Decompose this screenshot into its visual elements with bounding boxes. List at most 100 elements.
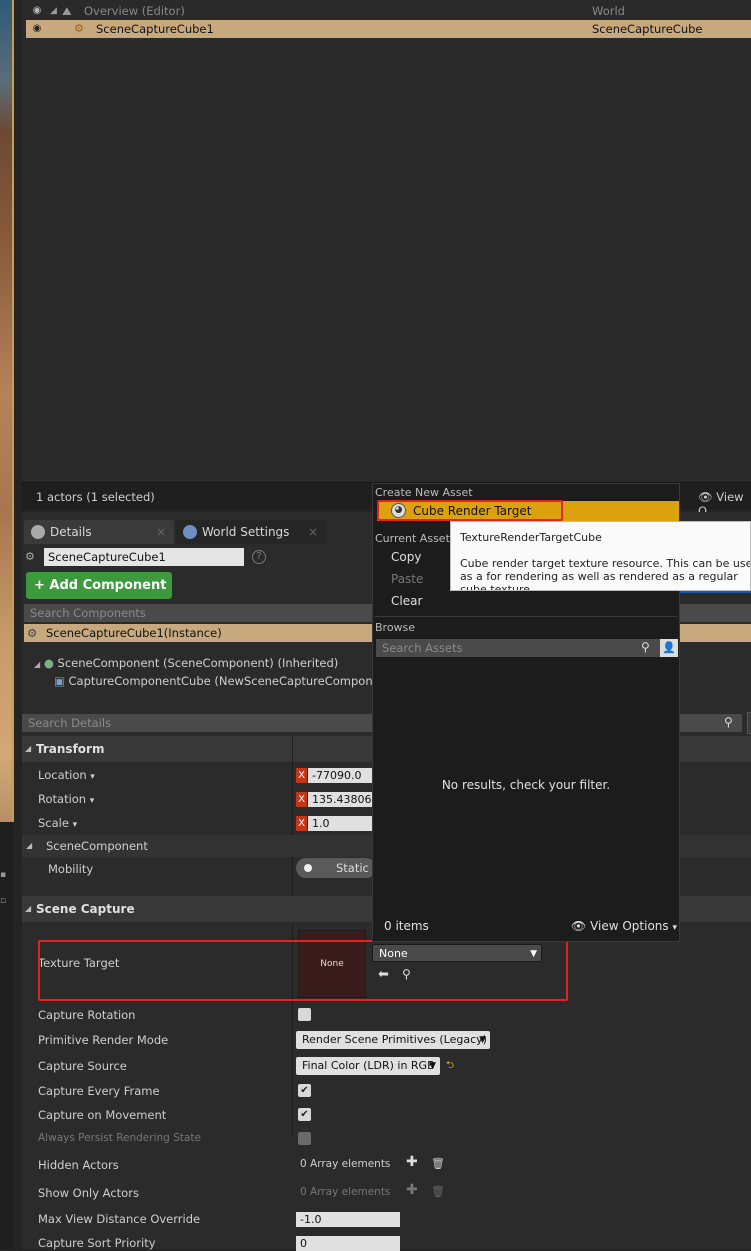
visibility-eye-icon[interactable]: ◉ [30,23,44,34]
actor-icon: ⚙ [27,626,38,640]
add-component-button[interactable]: + Add Component ▾ [26,572,172,620]
annotation-box-cube-render-target [377,500,563,521]
capture-on-movement-label: Capture on Movement [38,1108,167,1122]
column-divider[interactable] [292,736,293,1136]
filter-button[interactable] [747,712,751,734]
hidden-actors-label: Hidden Actors [38,1158,119,1172]
view-options-button[interactable]: 👁 View Options ▾ [571,919,677,933]
search-icon: ⚲ [641,640,650,654]
chevron-down-icon: ▾ [672,923,678,933]
capture-every-frame-checkbox[interactable]: ✔ [298,1084,311,1097]
trash-icon[interactable]: 🗑 [431,1157,445,1170]
browse-header: Browse [375,621,416,634]
tree-item-scenecomponent[interactable]: ◢ ● SceneComponent (SceneComponent) (Inh… [34,654,338,672]
close-icon[interactable]: × [156,520,166,544]
max-view-distance-input[interactable]: -1.0 [296,1212,400,1227]
expand-arrow-icon[interactable]: ◢ [50,2,57,20]
tree-item-capturecomponentcube[interactable]: ▣ CaptureComponentCube (NewSceneCaptureC… [54,672,392,690]
x-axis-badge: X [296,768,307,783]
scale-label[interactable]: Scale ▾ [38,816,77,830]
left-toolbar-strip: ▪ ▫ [0,822,14,1249]
world-icon: ⛰ [62,4,72,18]
capture-rotation-checkbox[interactable] [298,1008,311,1021]
current-asset-header: Current Asset [375,532,450,545]
clear-menu-item[interactable]: Clear [391,594,422,608]
actor-name-field[interactable]: SceneCaptureCube1 [44,548,244,566]
globe-icon [183,525,197,539]
always-persist-checkbox [298,1132,311,1145]
add-element-icon[interactable]: ✚ [406,1154,418,1170]
location-label[interactable]: Location ▾ [38,768,95,782]
chevron-down-icon: ▼ [479,1035,486,1045]
user-filter-icon[interactable]: 👤 [660,639,678,657]
eye-icon: 👁 [698,490,713,504]
show-only-actors-label: Show Only Actors [38,1186,139,1200]
outliner-row-label: SceneCaptureCube1 [96,22,214,36]
viewport-edge [0,0,14,822]
capture-on-movement-checkbox[interactable]: ✔ [298,1108,311,1121]
chevron-down-icon: ▾ [90,772,95,782]
search-assets-input[interactable]: Search Assets [376,639,660,657]
outliner-row-world[interactable]: ◉ ◢ ⛰ Overview (Editor) World [26,2,751,20]
expand-arrow-icon: ◢ [26,841,33,850]
copy-menu-item[interactable]: Copy [391,550,421,564]
x-axis-badge: X [296,792,307,807]
chevron-down-icon: ▾ [72,820,78,830]
hidden-actors-count: 0 Array elements [300,1158,391,1170]
expand-arrow-icon: ◢ [25,904,32,913]
outliner-row-type: SceneCaptureCube [592,22,703,36]
outliner-row-label: Overview (Editor) [84,4,185,18]
search-icon [31,525,45,539]
tooltip-title: TextureRenderTargetCube [460,531,602,544]
tooltip-description: Cube render target texture resource. Thi… [460,557,751,591]
menu-divider [375,616,677,617]
always-persist-label: Always Persist Rendering State [38,1132,201,1144]
search-icon: ⚲ [724,715,733,729]
capture-every-frame-label: Capture Every Frame [38,1084,160,1098]
mobility-label: Mobility [48,862,94,876]
reset-to-default-icon[interactable]: ⮌ [446,1058,454,1075]
capture-rotation-label: Capture Rotation [38,1008,136,1022]
add-element-icon: ✚ [406,1182,418,1198]
visibility-eye-icon[interactable]: ◉ [30,5,44,16]
scale-x-input[interactable]: 1.0 [308,816,372,831]
capture-source-combo[interactable]: Final Color (LDR) in RGB ▼ [296,1057,440,1075]
expand-arrow-icon[interactable]: ◢ [34,660,40,669]
paste-menu-item: Paste [391,572,424,586]
toolbar-small-icon[interactable]: ▫ [0,896,8,906]
show-only-actors-count: 0 Array elements [300,1186,391,1198]
actor-icon: ⚙ [74,22,84,35]
primitive-render-mode-label: Primitive Render Mode [38,1033,169,1047]
chevron-down-icon: ▾ [89,796,95,806]
expand-arrow-icon: ◢ [25,744,32,753]
tab-details[interactable]: Details × [24,520,174,544]
outliner-row-type: World [592,4,625,18]
trash-icon: 🗑 [431,1185,445,1198]
help-icon[interactable]: ? [252,550,266,564]
world-outliner: ◉ ◢ ⛰ Overview (Editor) World ◉ ⚙ SceneC… [22,0,751,482]
component-icon: ▣ [54,674,65,688]
items-count: 0 items [384,919,429,933]
location-x-input[interactable]: -77090.0 [308,768,372,783]
capture-source-label: Capture Source [38,1059,127,1073]
actor-icon: ⚙ [25,550,35,563]
create-new-asset-header: Create New Asset [375,486,473,499]
toolbar-small-icon[interactable]: ▪ [0,870,8,880]
tooltip: TextureRenderTargetCube Cube render targ… [450,521,751,591]
rotation-label[interactable]: Rotation ▾ [38,792,94,806]
close-icon[interactable]: × [308,520,318,544]
outliner-row-scenecapture[interactable]: ◉ ⚙ SceneCaptureCube1 SceneCaptureCube [26,20,751,38]
no-results-message: No results, check your filter. [441,778,611,792]
eye-icon: 👁 [571,919,587,933]
max-view-distance-label: Max View Distance Override [38,1212,201,1226]
mobility-radio-icon [304,864,312,872]
rotation-x-input[interactable]: 135.438065 [308,792,372,807]
tab-world-settings[interactable]: World Settings × [176,520,326,544]
capture-sort-priority-label: Capture Sort Priority [38,1236,156,1250]
primitive-render-mode-combo[interactable]: Render Scene Primitives (Legacy) ▼ [296,1031,490,1049]
component-icon: ● [43,656,54,670]
chevron-down-icon: ▼ [429,1061,436,1071]
x-axis-badge: X [296,816,307,831]
actor-count: 1 actors (1 selected) [36,490,155,504]
annotation-box-texture-target [38,940,568,1001]
